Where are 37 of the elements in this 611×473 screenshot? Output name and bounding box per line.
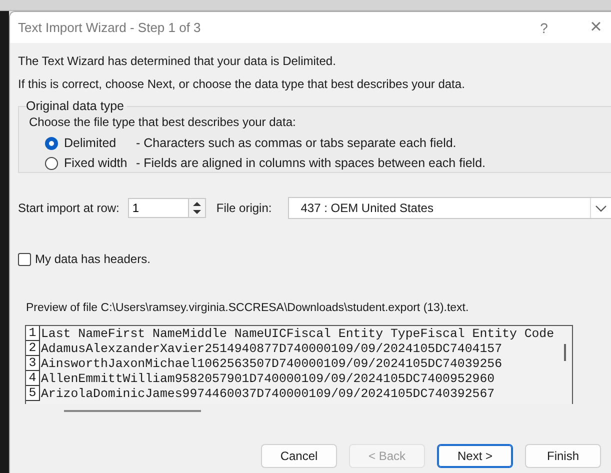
wizard-button[interactable]: Finish — [525, 444, 601, 468]
option-description: - Characters such as commas or tabs separate each field. — [136, 136, 456, 150]
spin-arrows-icon[interactable] — [193, 202, 202, 214]
radio-label[interactable]: Delimited — [64, 136, 136, 150]
chevron-down-icon[interactable] — [596, 206, 606, 212]
option-description: - Fields are aligned in columns with spaces between each field. — [136, 156, 486, 170]
help-button[interactable]: ? — [529, 20, 559, 36]
radio-button[interactable] — [45, 136, 58, 150]
line-number: 2 — [26, 341, 40, 356]
intro-text: The Text Wizard has determined that your data is Delimited. — [18, 54, 337, 69]
preview-line: AllenEmmittWilliam9582057901D740000109/09/2024105DC7400952960 — [41, 372, 495, 386]
radio-label[interactable]: Fixed width — [64, 156, 136, 170]
preview-label: Preview of file C:\Users\ramsey.virginia.SCCRESA\Downloads\student.export (13).text. — [26, 302, 470, 314]
start-row-label: Start import at row: — [18, 201, 120, 215]
checkbox-label[interactable]: My data has headers. — [35, 252, 150, 266]
close-button[interactable]: × — [581, 16, 611, 39]
file-origin-dropdown[interactable]: 437 : OEM United States — [288, 197, 611, 219]
wizard-button[interactable]: Cancel — [261, 444, 337, 468]
preview-line: AdamusAlexzanderXavier2514940877D740000109/09/2024105DC7404157 — [41, 342, 502, 356]
preview-line: Last NameFirst NameMiddle NameUICFiscal Entity TypeFiscal Entity Code — [41, 326, 554, 340]
preview-line: AinsworthJaxonMichael1062563507D740000109/09/2024105DC74039256 — [41, 356, 502, 370]
intro-text: If this is correct, choose Next, or choose the data type that best describes your data. — [18, 77, 466, 92]
radio-button[interactable] — [45, 156, 58, 170]
line-number: 3 — [26, 356, 40, 371]
prompt-text: Choose the file type that best describes your data: — [29, 115, 297, 129]
line-number: 5 — [26, 386, 40, 401]
window-title: Text Import Wizard - Step 1 of 3 — [18, 20, 202, 35]
preview-line: ArizolaDominicJames9974460037D740000109/09/2024105DC740392567 — [41, 386, 495, 400]
checkbox[interactable] — [18, 252, 31, 266]
file-origin-label: File origin: — [216, 201, 272, 215]
default-wizard-button[interactable]: Next > — [437, 444, 513, 468]
group-legend: Original data type — [26, 99, 127, 113]
scrollbar-thumb[interactable] — [564, 344, 566, 361]
scrollbar-thumb[interactable] — [64, 410, 201, 412]
row-number-field[interactable]: 1 — [128, 198, 188, 218]
line-number: 4 — [26, 371, 40, 386]
line-number: 1 — [26, 326, 40, 341]
